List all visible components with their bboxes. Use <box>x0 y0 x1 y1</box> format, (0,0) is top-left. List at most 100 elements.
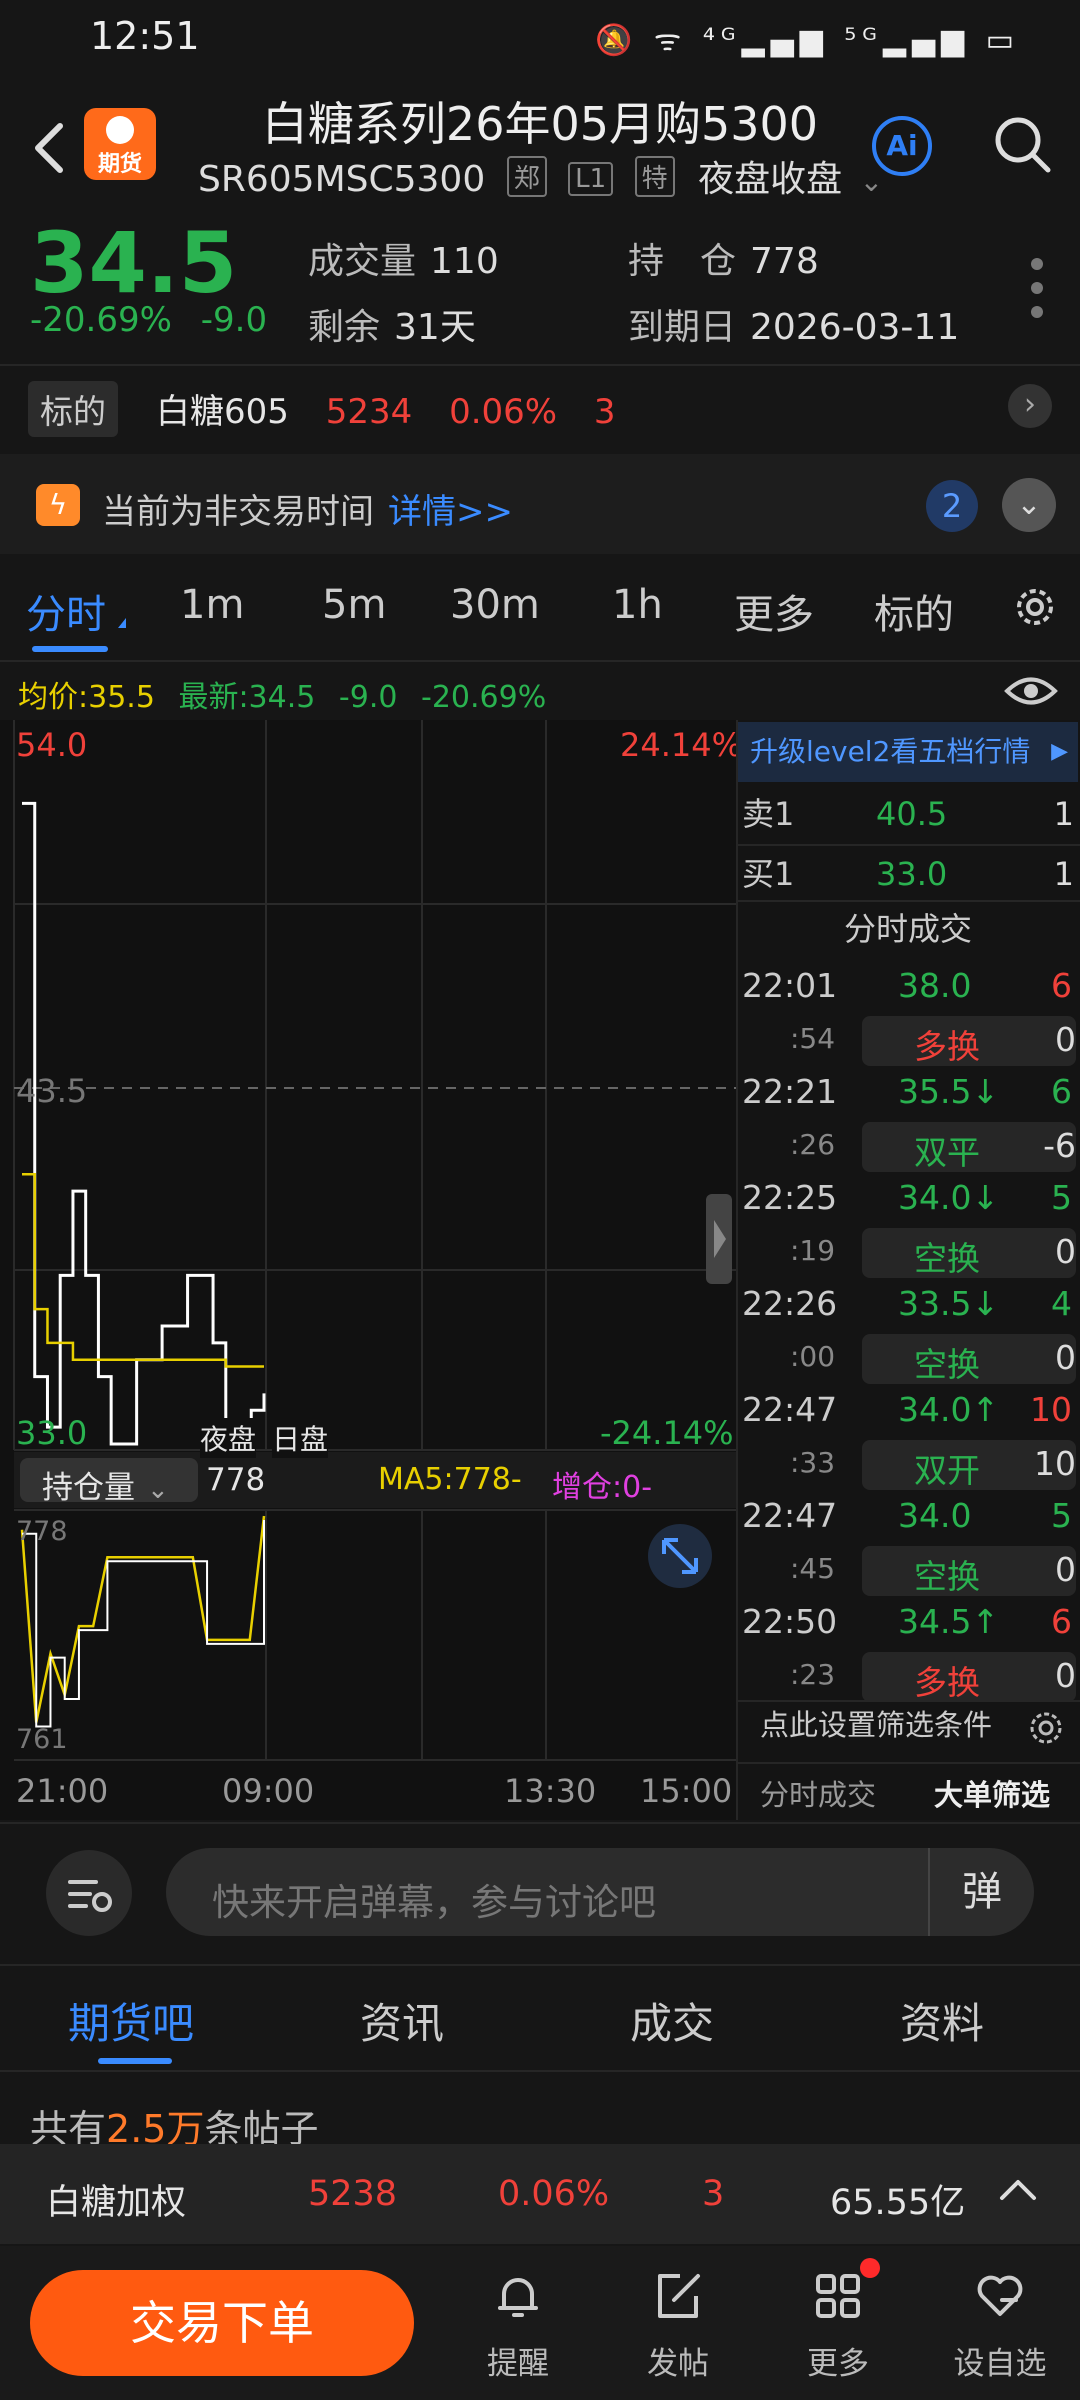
tick-kind: 双开 <box>914 1451 980 1490</box>
tick-qty: 10 <box>1030 1390 1072 1429</box>
tick-row: 22:01:54 38.0 6 多换 0 <box>740 966 1076 1072</box>
nav-watchlist[interactable]: 设自选 <box>940 2268 1060 2383</box>
tab-more[interactable]: 更多 <box>734 582 814 640</box>
chevron-right-icon[interactable]: › <box>1008 384 1052 428</box>
tab-active-indicator <box>98 2058 172 2064</box>
tick-kind: 空换 <box>914 1239 980 1278</box>
chevron-down-icon: ⌄ <box>147 1475 169 1505</box>
divider <box>0 660 1080 662</box>
tick-seconds: :19 <box>790 1234 836 1267</box>
session-status: 夜盘收盘 <box>698 159 843 200</box>
underlying-info: 白糖605 5234 0.06% 3 <box>156 384 616 433</box>
status-icons: 🔕 ᯤ ⁴ᴳ▂▄▆ ⁵ᴳ▂▄▆ ▭ <box>595 23 1020 58</box>
tab-intraday[interactable]: 分时 <box>26 582 106 640</box>
tick-kind-chip: 多换 0 <box>862 1016 1076 1066</box>
tab-news[interactable]: 资讯 <box>360 1990 444 2051</box>
nav-watchlist-label: 设自选 <box>953 2346 1047 2382</box>
exchange-tag: 郑 <box>506 156 547 197</box>
ai-assistant-icon[interactable]: Ai <box>872 116 932 176</box>
comment-placeholder: 快来开启弹幕，参与讨论吧 <box>212 1881 656 1924</box>
tab-1h[interactable]: 1h <box>612 582 663 628</box>
eye-icon[interactable] <box>1004 674 1058 708</box>
gear-icon[interactable] <box>1026 1708 1066 1748</box>
tab-1m[interactable]: 1m <box>180 582 244 628</box>
nav-more[interactable]: 更多 <box>778 2268 898 2383</box>
tick-time: 22:47 <box>742 1496 838 1535</box>
open-interest-stat: 持 仓 778 <box>628 232 819 284</box>
avg-price-line: 均价:35.5 最新:34.5 -9.0 -20.69% <box>18 672 546 716</box>
tab-30m[interactable]: 30m <box>450 582 540 628</box>
tab-large-orders[interactable]: 大单筛选 <box>934 1772 1050 1814</box>
last-price: 34.5 <box>30 214 238 312</box>
tab-trades[interactable]: 成交 <box>630 1990 714 2051</box>
price-change: -20.69% -9.0 <box>30 300 267 340</box>
tick-seconds: :54 <box>790 1022 836 1055</box>
tab-5m[interactable]: 5m <box>322 582 386 628</box>
index-price: 5238 <box>308 2174 398 2214</box>
chart-max-label: 54.0 <box>16 726 88 764</box>
upgrade-level2-banner[interactable]: 升级level2看五档行情 ▶ <box>738 722 1078 782</box>
contract-code: SR605MSC5300 <box>198 159 486 200</box>
tick-seconds: :45 <box>790 1552 836 1585</box>
tick-kind-chip: 多换 0 <box>862 1652 1076 1702</box>
tick-kind-chip: 空换 0 <box>862 1546 1076 1596</box>
volume-value: 110 <box>430 241 499 282</box>
x-label-1330: 13:30 <box>504 1772 597 1810</box>
status-time: 12:51 <box>90 14 200 58</box>
chart-mid-label: 43.5 <box>16 1072 88 1110</box>
ask-row: 卖1 40.5 1 <box>742 786 1074 842</box>
tick-kind: 空换 <box>914 1557 980 1596</box>
notice-message: 当前为非交易时间 <box>102 492 374 532</box>
danmu-settings-icon[interactable] <box>46 1850 132 1936</box>
tick-kind-chip: 双平 -6 <box>862 1122 1076 1172</box>
tick-price: 34.5↑ <box>898 1602 1000 1641</box>
tick-row: 22:21:26 35.5↓ 6 双平 -6 <box>740 1072 1076 1178</box>
intraday-chart[interactable] <box>0 720 736 1820</box>
tick-price: 33.5↓ <box>898 1284 1000 1323</box>
grid-icon <box>816 2274 860 2318</box>
tick-qty: 6 <box>1051 1602 1072 1641</box>
sub-indicator-name[interactable]: 持仓量 ⌄ <box>42 1462 169 1507</box>
more-options-icon[interactable] <box>1030 256 1044 320</box>
zengcang-value: 增仓:0- <box>552 1470 653 1505</box>
oi-max-label: 778 <box>16 1516 68 1547</box>
trade-order-button[interactable]: 交易下单 <box>30 2270 414 2376</box>
play-icon: ▶ <box>1051 739 1068 764</box>
chevron-up-icon[interactable] <box>996 2170 1040 2210</box>
chart-min-pct: -24.14% <box>600 1414 734 1452</box>
notice-details-link[interactable]: 详情>> <box>388 492 513 532</box>
tick-price: 34.0↓ <box>898 1178 1000 1217</box>
tab-profile[interactable]: 资料 <box>900 1990 984 2051</box>
tick-seconds: :00 <box>790 1340 836 1373</box>
notice-count-badge[interactable]: 2 <box>926 480 978 532</box>
day-session-label: 日盘 <box>272 1418 329 1458</box>
nav-post[interactable]: 发帖 <box>618 2268 738 2383</box>
night-session-label: 夜盘 <box>200 1418 257 1458</box>
chevron-down-icon: ⌄ <box>859 165 884 198</box>
chevron-down-icon[interactable]: ⌄ <box>1002 478 1056 532</box>
tick-kind-qty: 0 <box>1055 1656 1076 1695</box>
tick-qty: 6 <box>1051 966 1072 1005</box>
search-icon[interactable] <box>990 112 1054 176</box>
nav-more-label: 更多 <box>807 2346 869 2382</box>
tab-tick-trades[interactable]: 分时成交 <box>760 1772 876 1814</box>
gear-icon[interactable] <box>1010 582 1060 632</box>
tick-kind-chip: 双开 10 <box>862 1440 1076 1490</box>
danmu-toggle-button[interactable]: 弹 <box>928 1848 1034 1936</box>
tick-kind-chip: 空换 0 <box>862 1334 1076 1384</box>
bid-row: 买1 33.0 1 <box>742 846 1074 902</box>
oi-label: 持 仓 <box>628 241 737 282</box>
tick-kind: 多换 <box>914 1027 980 1066</box>
underlying-pct: 0.06% <box>449 392 558 432</box>
tick-row: 22:47:45 34.0 5 空换 0 <box>740 1496 1076 1602</box>
tick-kind-chip: 空换 0 <box>862 1228 1076 1278</box>
tick-time: 22:26 <box>742 1284 838 1323</box>
ma5-value: MA5:778- <box>378 1462 522 1497</box>
tab-forum[interactable]: 期货吧 <box>68 1990 194 2051</box>
upgrade-text: 升级level2看五档行情 <box>750 735 1031 768</box>
nav-alert[interactable]: 提醒 <box>458 2268 578 2383</box>
chart-min-label: 33.0 <box>16 1414 88 1452</box>
tick-row: 22:26:00 33.5↓ 4 空换 0 <box>740 1284 1076 1390</box>
tab-underlying[interactable]: 标的 <box>874 582 954 640</box>
contract-subtitle[interactable]: SR605MSC5300 郑 L1 特 夜盘收盘 ⌄ <box>198 150 883 202</box>
